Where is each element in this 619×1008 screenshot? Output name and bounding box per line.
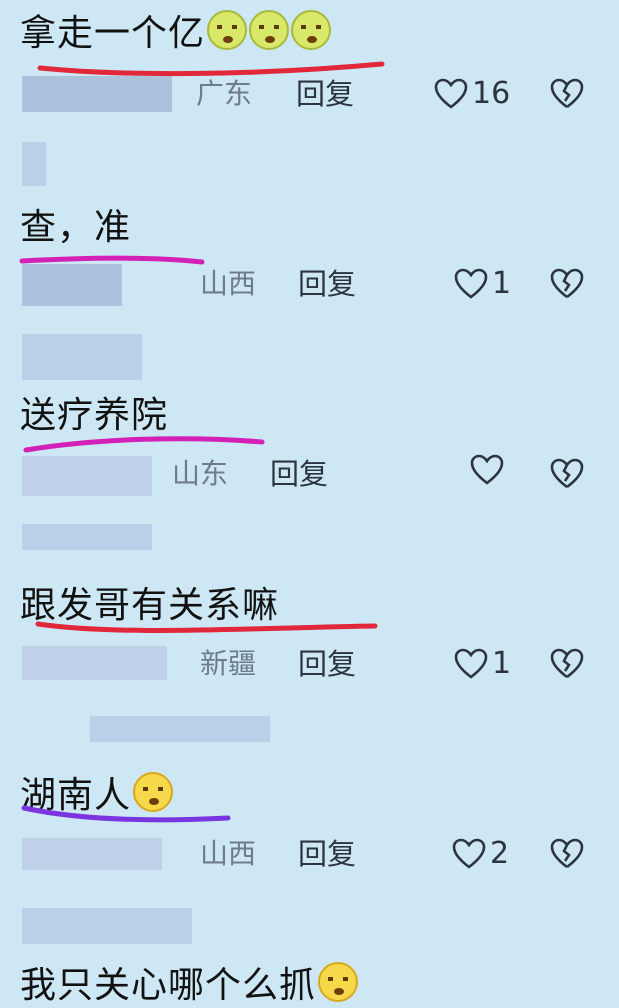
comment-text: 我只关心哪个么抓 — [20, 965, 317, 1006]
broken-heart-icon[interactable] — [550, 268, 584, 300]
location-label: 山西 — [200, 837, 257, 870]
reply-button[interactable]: 回复 — [298, 644, 356, 684]
location-label: 广东 — [196, 77, 253, 110]
blurred-block — [22, 334, 142, 380]
broken-heart-icon[interactable] — [550, 648, 584, 680]
location-label: 山东 — [172, 457, 229, 490]
reply-button[interactable]: 回复 — [296, 74, 354, 114]
blurred-avatar — [22, 264, 122, 306]
blurred-avatar — [22, 646, 167, 680]
heart-icon — [454, 268, 488, 299]
blurred-avatar — [22, 456, 152, 496]
blurred-block — [90, 716, 270, 742]
comment-meta: 山西 回复 2 — [0, 834, 619, 874]
reply-button[interactable]: 回复 — [270, 454, 328, 494]
like-button[interactable]: 2 — [452, 834, 509, 874]
like-count: 1 — [492, 266, 512, 301]
heart-icon — [434, 78, 468, 109]
broken-heart-icon[interactable] — [550, 458, 584, 490]
blurred-avatar — [22, 838, 162, 870]
blurred-block — [22, 142, 46, 186]
like-button[interactable] — [470, 454, 508, 486]
reply-button[interactable]: 回复 — [298, 834, 356, 874]
blurred-avatar — [22, 76, 172, 112]
like-count: 16 — [472, 76, 511, 111]
comment-meta: 山西 回复 1 — [0, 264, 619, 306]
comment-meta: 广东 回复 16 — [0, 74, 619, 114]
comment-meta: 山东 回复 — [0, 454, 619, 496]
underline-mark — [21, 805, 231, 823]
comment-meta: 新疆 回复 1 — [0, 644, 619, 684]
reply-button[interactable]: 回复 — [298, 264, 356, 304]
broken-heart-icon[interactable] — [550, 838, 584, 870]
like-count: 1 — [492, 646, 512, 681]
heart-icon — [452, 838, 486, 869]
like-button[interactable]: 1 — [454, 644, 511, 684]
heart-icon — [454, 648, 488, 679]
broken-heart-icon[interactable] — [550, 78, 584, 110]
blurred-block — [22, 524, 152, 550]
emoji-laugh-icon — [318, 962, 359, 1002]
like-button[interactable]: 16 — [434, 74, 510, 114]
location-label: 山西 — [200, 267, 257, 300]
heart-icon — [470, 454, 504, 485]
blurred-block — [22, 908, 192, 944]
like-button[interactable]: 1 — [454, 264, 511, 304]
like-count: 2 — [490, 836, 510, 871]
location-label: 新疆 — [200, 647, 257, 680]
